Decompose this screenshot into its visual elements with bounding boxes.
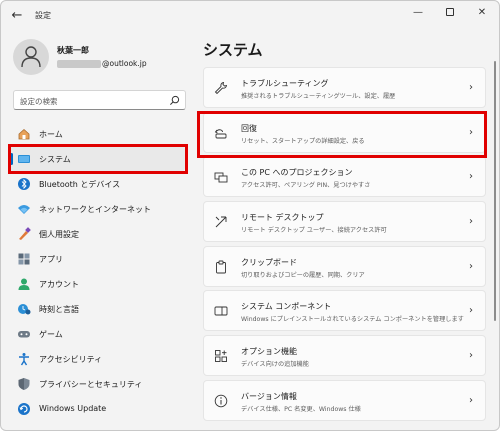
sidebar-item-gaming[interactable]: ゲーム <box>9 321 185 346</box>
sidebar-item-label: 時刻と言語 <box>39 305 79 314</box>
chevron-right-icon: › <box>469 82 473 93</box>
network-icon <box>18 205 30 214</box>
sidebar-item-windows-update[interactable]: Windows Update <box>9 396 185 421</box>
sidebar-item-accessibility[interactable]: アクセシビリティ <box>9 346 185 371</box>
account-icon <box>18 278 30 290</box>
chevron-right-icon: › <box>469 350 473 362</box>
person-icon <box>21 46 41 68</box>
title-bar: ← 設定 — ✕ <box>1 1 499 31</box>
app-title: 設定 <box>35 11 51 20</box>
user-email: @outlook.jp <box>57 59 147 69</box>
sidebar-item-bluetooth[interactable]: Bluetooth とデバイス <box>9 171 185 196</box>
card-subtitle: Windows にプレインストールされているシステム コンポーネントを管理します <box>241 316 464 324</box>
scrollbar[interactable] <box>494 61 496 321</box>
email-domain: @outlook.jp <box>102 59 147 68</box>
chevron-right-icon: › <box>469 260 473 272</box>
clipboard-icon <box>216 260 226 274</box>
sidebar-item-label: アカウント <box>39 280 79 289</box>
maximize-icon <box>446 8 454 16</box>
card-system-components[interactable]: システム コンポーネント Windows にプレインストールされているシステム … <box>203 290 486 332</box>
remote-desktop-icon <box>215 216 227 228</box>
sidebar-item-apps[interactable]: アプリ <box>9 246 185 271</box>
chevron-right-icon: › <box>469 171 473 183</box>
card-optional-features[interactable]: オプション機能 デバイス向けの追加機能 › <box>203 335 486 377</box>
maximize-button[interactable] <box>439 5 461 21</box>
search-icon[interactable] <box>169 95 180 106</box>
card-remote-desktop[interactable]: リモート デスクトップ リモート デスクトップ ユーザー、接続アクセス許可 › <box>203 201 486 243</box>
info-icon <box>214 394 228 408</box>
card-subtitle: デバイス仕様、PC 名変更、Windows 仕様 <box>241 405 361 413</box>
chevron-right-icon: › <box>469 216 473 228</box>
email-redaction <box>57 60 101 68</box>
sidebar-item-time-language[interactable]: 時刻と言語 <box>9 296 185 321</box>
page-title: システム <box>203 41 263 59</box>
sidebar-item-label: ホーム <box>39 130 63 139</box>
system-components-icon <box>214 306 228 316</box>
shield-icon <box>18 378 30 390</box>
sidebar-item-label: ネットワークとインターネット <box>39 205 151 214</box>
optional-features-icon <box>215 350 227 363</box>
chevron-right-icon: › <box>469 305 473 317</box>
settings-window: ← 設定 — ✕ 秋葉一郎 @outlook.jp 設定の検索 ホーム システム… <box>0 0 500 431</box>
card-title: システム コンポーネント <box>241 302 332 312</box>
bluetooth-icon <box>18 178 30 190</box>
windows-update-icon <box>18 403 30 415</box>
sidebar-item-label: ゲーム <box>39 330 63 339</box>
sidebar-item-label: アプリ <box>39 255 63 264</box>
card-troubleshoot[interactable]: トラブルシューティング 推奨されるトラブルシューティングツール、設定、履歴 › <box>203 67 486 108</box>
card-title: リモート デスクトップ <box>241 213 324 223</box>
user-name: 秋葉一郎 <box>57 46 89 55</box>
card-title: この PC へのプロジェクション <box>241 168 353 178</box>
sidebar-item-label: 個人用設定 <box>39 230 79 239</box>
card-subtitle: 推奨されるトラブルシューティングツール、設定、履歴 <box>241 93 396 100</box>
card-title: オプション機能 <box>241 347 297 357</box>
card-projection[interactable]: この PC へのプロジェクション アクセス許可、ペアリング PIN、見つけやすさ… <box>203 156 486 198</box>
user-profile[interactable]: 秋葉一郎 @outlook.jp <box>13 39 183 79</box>
card-subtitle: アクセス許可、ペアリング PIN、見つけやすさ <box>241 182 371 190</box>
sidebar-item-label: Windows Update <box>39 404 107 413</box>
avatar <box>13 39 49 75</box>
card-subtitle: 切り取りおよびコピーの履歴、同期、クリア <box>241 271 365 279</box>
card-title: バージョン情報 <box>241 391 297 401</box>
search-input[interactable]: 設定の検索 <box>13 90 186 110</box>
back-arrow-icon[interactable]: ← <box>9 8 25 24</box>
personalization-icon <box>19 227 31 240</box>
gaming-icon <box>18 331 30 338</box>
card-subtitle: リモート デスクトップ ユーザー、接続アクセス許可 <box>241 227 387 235</box>
projection-icon <box>214 172 228 183</box>
search-placeholder: 設定の検索 <box>20 97 58 106</box>
accessibility-icon <box>19 353 29 366</box>
sidebar-item-network[interactable]: ネットワークとインターネット <box>9 196 185 221</box>
card-about[interactable]: バージョン情報 デバイス仕様、PC 名変更、Windows 仕様 › <box>203 379 486 421</box>
card-title: トラブルシューティング <box>241 79 329 88</box>
card-clipboard[interactable]: クリップボード 切り取りおよびコピーの履歴、同期、クリア › <box>203 245 486 287</box>
sidebar-item-home[interactable]: ホーム <box>9 121 185 146</box>
minimize-button[interactable]: — <box>407 5 429 21</box>
sidebar-item-label: アクセシビリティ <box>39 355 103 364</box>
highlight-box-system <box>8 144 188 174</box>
time-language-icon <box>18 304 31 315</box>
card-title: クリップボード <box>241 257 297 267</box>
card-subtitle: デバイス向けの追加機能 <box>241 361 309 369</box>
wrench-icon <box>214 81 228 95</box>
sidebar-item-label: Bluetooth とデバイス <box>39 180 121 189</box>
close-button[interactable]: ✕ <box>471 5 493 21</box>
apps-icon <box>18 253 30 265</box>
sidebar-item-label: プライバシーとセキュリティ <box>39 380 143 389</box>
chevron-right-icon: › <box>469 394 473 406</box>
sidebar-item-privacy[interactable]: プライバシーとセキュリティ <box>9 371 185 396</box>
highlight-box-recovery <box>197 111 487 158</box>
sidebar-item-account[interactable]: アカウント <box>9 271 185 296</box>
sidebar-item-personalization[interactable]: 個人用設定 <box>9 221 185 246</box>
home-icon <box>18 128 30 140</box>
